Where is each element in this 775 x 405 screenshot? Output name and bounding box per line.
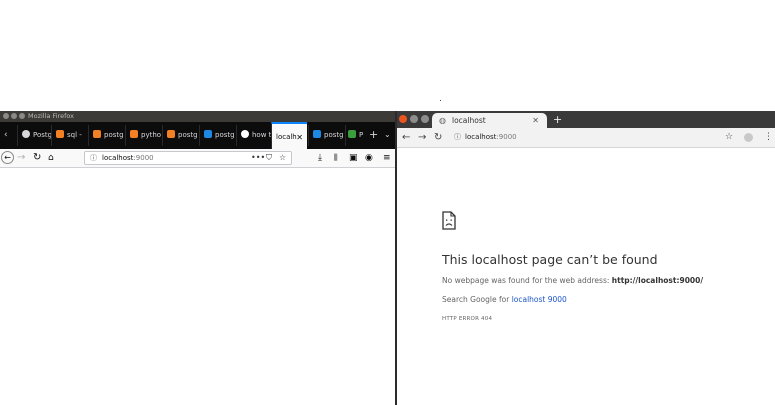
sidebar-icon[interactable]: ▣ [349,151,358,165]
window-minimize-button[interactable] [410,115,418,123]
stackoverflow-icon [93,130,101,138]
url-port: :9000 [133,154,154,162]
account-icon[interactable]: ◉ [365,151,373,165]
tab-label: sql - [67,131,82,139]
url-text[interactable]: localhost:9000 [465,130,517,145]
search-google-link[interactable]: localhost 9000 [512,295,567,304]
home-icon[interactable]: ⌂ [48,151,54,165]
tab-label: postg [324,131,344,139]
download-icon[interactable]: ⤓ [318,151,322,165]
tab-label: how t [252,131,271,139]
tab-active[interactable]: ◍ localhost ✕ [432,113,547,128]
tab[interactable]: Postg [17,125,51,146]
error-url: http://localhost:9000/ [611,276,704,285]
sad-page-icon [442,211,456,230]
error-message-text: No webpage was found for the web address… [442,276,612,285]
firefox-tabstrip: ‹ Postg sql - postg pytho postg postg ho… [0,122,395,149]
tab-active[interactable]: localh ✕ [271,122,307,149]
stray-pixel [440,100,441,101]
tab[interactable]: postg [199,125,236,146]
search-suggestion-text: Search Google for [442,295,512,304]
stackoverflow-icon [56,130,64,138]
tab[interactable]: postg [88,125,125,146]
tab[interactable]: pytho [125,125,162,146]
close-tab-icon[interactable]: ✕ [532,113,539,128]
site-info-icon[interactable]: ⓘ [454,130,461,145]
window-maximize-button[interactable] [421,115,429,123]
window-maximize-button[interactable] [19,113,25,119]
tab[interactable]: postg [162,125,199,146]
chrome-toolbar: ← → ↻ ⓘ localhost:9000 ☆ ⋮ [397,128,775,148]
bookmark-star-icon[interactable]: ☆ [279,152,286,164]
back-icon[interactable]: ← [1,151,14,164]
url-port: :9000 [496,133,517,141]
window-close-button[interactable] [399,115,407,123]
postgres-doc-icon [313,130,321,138]
library-icon[interactable]: ⫼ [334,151,338,165]
chrome-window: ◍ localhost ✕ + ← → ↻ ⓘ localhost:9000 ☆… [397,111,775,405]
search-suggestion: Search Google for localhost 9000 [442,295,567,304]
github-icon [22,130,30,138]
tab-label: localh [276,133,297,141]
green-icon [348,130,356,138]
site-info-icon[interactable]: ⓘ [90,153,97,164]
menu-icon[interactable]: ⋮ [764,130,773,145]
tab-label: pytho [141,131,162,139]
window-title: Mozilla Firefox [28,112,74,120]
tab-label: Postg [33,131,51,139]
tab[interactable]: postg [308,125,345,146]
postgres-doc-icon [204,130,212,138]
forward-icon[interactable]: → [17,151,25,165]
error-title: This localhost page can’t be found [442,252,658,267]
tab[interactable]: how t [236,125,271,146]
scroll-tabs-left-icon[interactable]: ‹ [4,126,8,144]
tab-label: postg [178,131,198,139]
reload-icon[interactable]: ↻ [33,151,41,165]
page-actions-icon[interactable]: ••• [251,152,265,164]
firefox-window: Mozilla Firefox ‹ Postg sql - postg pyth… [0,111,395,405]
tab-label: postg [215,131,235,139]
stackoverflow-icon [167,130,175,138]
new-tab-icon[interactable]: + [369,126,378,144]
stackoverflow-icon [130,130,138,138]
url-host: localhost [102,154,134,162]
globe-icon: ◍ [439,116,446,125]
tab[interactable]: P [345,125,364,146]
google-icon [241,130,249,138]
firefox-titlebar: Mozilla Firefox [0,111,395,122]
new-tab-icon[interactable]: + [553,112,562,127]
tab-label: P [359,131,364,139]
forward-icon[interactable]: → [418,130,426,145]
menu-icon[interactable]: ≡ [383,151,391,165]
error-message: No webpage was found for the web address… [442,276,703,285]
avatar[interactable] [744,133,753,142]
list-all-tabs-icon[interactable]: ⌄ [384,126,391,144]
error-code: HTTP ERROR 404 [442,316,493,322]
close-tab-icon[interactable]: ✕ [296,124,303,149]
bookmark-star-icon[interactable]: ☆ [725,130,733,145]
reload-icon[interactable]: ↻ [434,130,442,145]
back-icon[interactable]: ← [402,130,410,145]
tab-label: postg [104,131,124,139]
firefox-url-bar[interactable]: ⓘ localhost:9000 ••• ⛉ ☆ [84,151,292,165]
tab-label: localhost [452,116,486,125]
tab[interactable]: sql - [51,125,88,146]
window-close-button[interactable] [3,113,9,119]
pocket-icon[interactable]: ⛉ [266,152,272,164]
window-minimize-button[interactable] [11,113,17,119]
chrome-tabstrip: ◍ localhost ✕ + [397,111,775,128]
url-text[interactable]: localhost:9000 [102,152,154,164]
url-host: localhost [465,133,497,141]
